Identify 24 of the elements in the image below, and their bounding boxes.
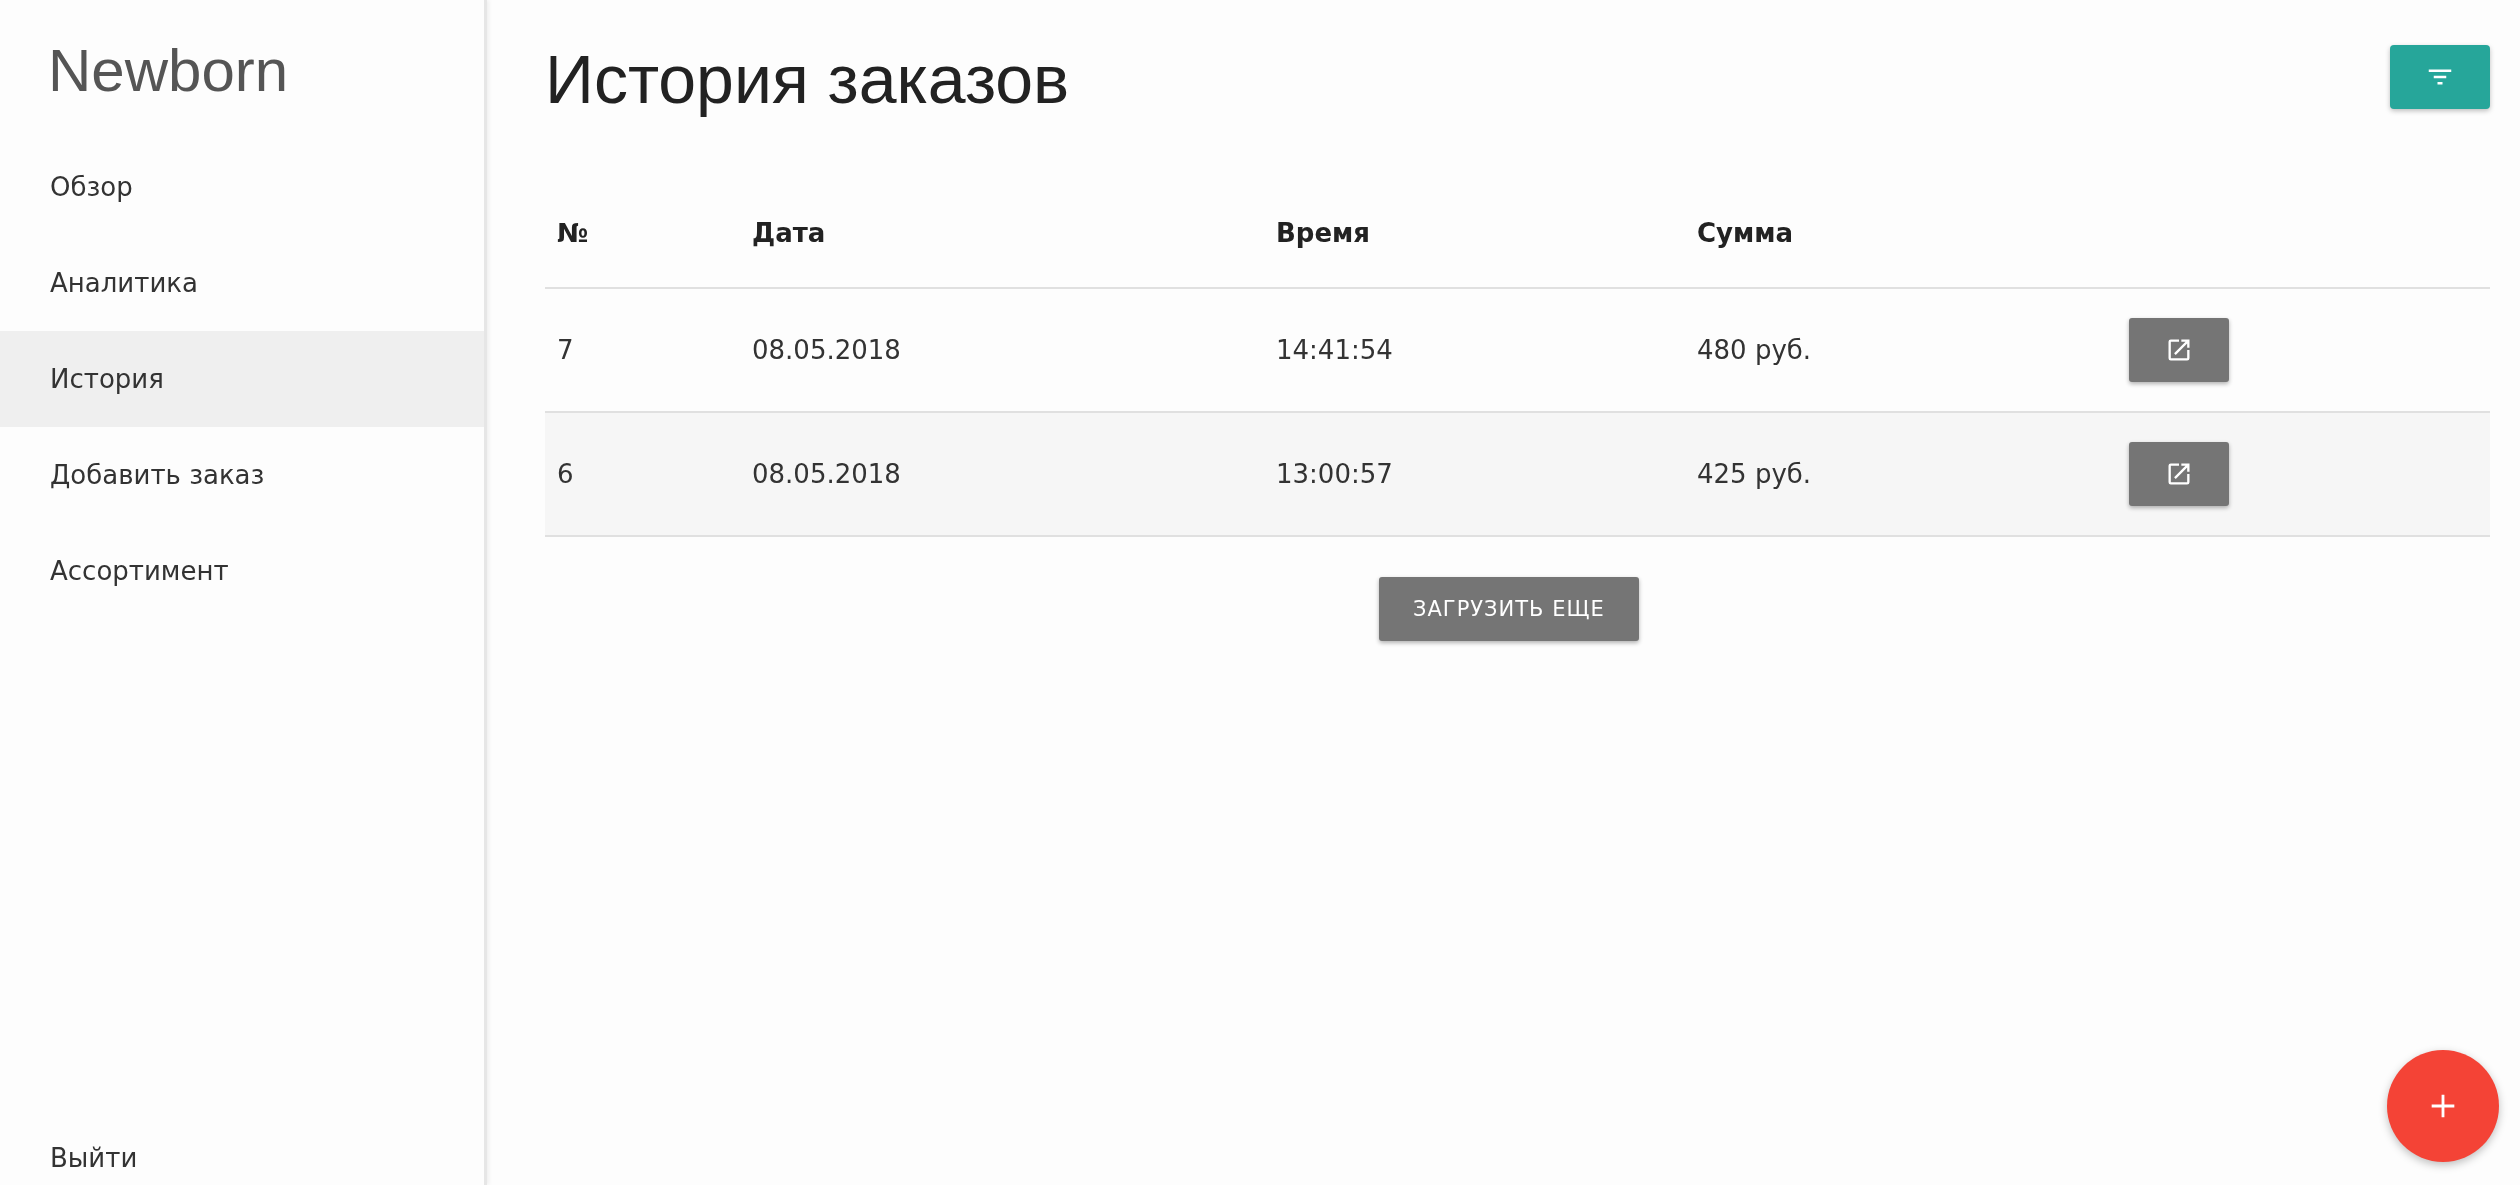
logout-link[interactable]: Выйти [0, 1143, 138, 1173]
load-more-button[interactable]: ЗАГРУЗИТЬ ЕЩЕ [1379, 577, 1639, 641]
open-button[interactable] [2129, 442, 2229, 506]
table-cell: 08.05.2018 [752, 335, 901, 365]
table-cell: 13:00:57 [1276, 459, 1393, 489]
nav-item[interactable]: Аналитика [0, 235, 484, 331]
nav-item[interactable]: Обзор [0, 139, 484, 235]
column-header: Сумма [1697, 217, 1794, 248]
table-cell: 7 [557, 335, 574, 365]
nav-item[interactable]: История [0, 331, 484, 427]
logo: Newborn [47, 36, 289, 106]
page-title: История заказов [545, 40, 1070, 118]
column-header: Дата [752, 217, 826, 248]
column-header: Время [1276, 217, 1370, 248]
table-cell: 425 руб. [1697, 459, 1812, 489]
nav-item[interactable]: Ассортимент [0, 523, 484, 619]
column-header: № [557, 217, 589, 248]
table-cell: 480 руб. [1697, 335, 1812, 365]
table-cell: 08.05.2018 [752, 459, 901, 489]
open-button[interactable] [2129, 318, 2229, 382]
nav-item[interactable]: Добавить заказ [0, 427, 484, 523]
table-cell: 6 [557, 459, 574, 489]
add-button[interactable] [2387, 1050, 2499, 1162]
table-cell: 14:41:54 [1276, 335, 1393, 365]
